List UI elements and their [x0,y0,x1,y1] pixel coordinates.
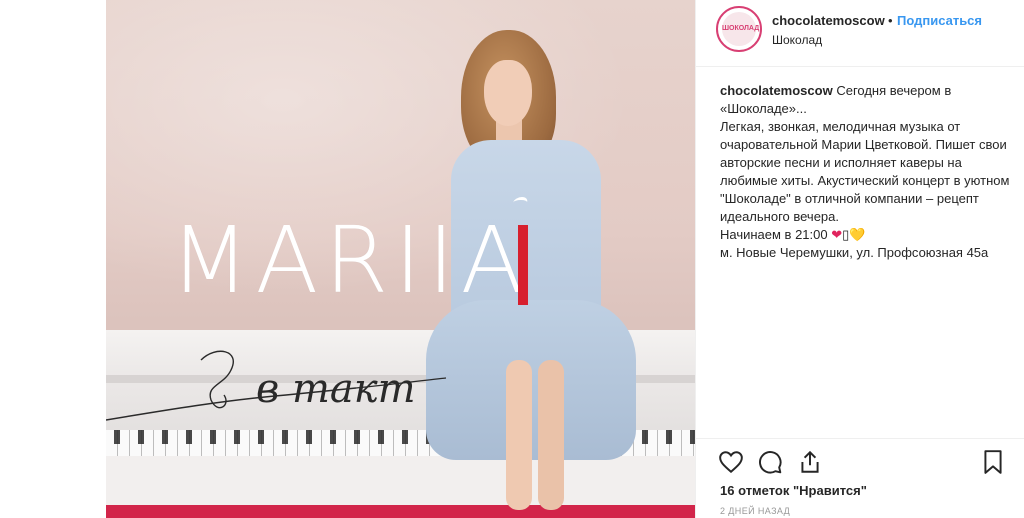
image-title: MARIIA [170,207,530,314]
caption-line1: chocolatemoscow Сегодня вечером в «Шокол… [720,82,1020,118]
post-timestamp[interactable]: 2 ДНЕЙ НАЗАД [720,506,790,516]
script-signature: в такт [106,350,447,421]
username-link[interactable]: chocolatemoscow [772,13,885,28]
caption-username[interactable]: chocolatemoscow [720,83,833,98]
separator-dot: • [888,13,893,28]
post-image[interactable]: MARIIA в такт [106,0,695,518]
comment-icon[interactable] [757,449,783,475]
yellow-heart-emoji: 💛 [849,227,866,242]
title-red-accent [518,225,528,305]
face [484,60,532,126]
caption-start-time: Начинаем в 21:00 [720,227,828,242]
post-caption: chocolatemoscow Сегодня вечером в «Шокол… [720,82,1020,262]
post-sidebar: ШОКОЛАД chocolatemoscow • Подписаться Шо… [695,0,1024,518]
avatar[interactable]: ШОКОЛАД [716,6,762,52]
caption-body: Легкая, звонкая, мелодичная музыка от оч… [720,119,1010,224]
script-text: в такт [256,366,416,412]
caption-address: м. Новые Черемушки, ул. Профсоюзная 45а [720,245,989,260]
avatar-logo-text: ШОКОЛАД [722,25,760,32]
action-bar [696,438,1024,483]
location-link[interactable]: Шоколад [772,33,822,47]
page-gutter [0,0,106,518]
bookmark-icon[interactable] [980,449,1006,475]
heart-icon[interactable] [718,449,744,475]
post-header: ШОКОЛАД chocolatemoscow • Подписаться Шо… [696,0,1024,67]
avatar-logo: ШОКОЛАД [722,12,760,46]
likes-count[interactable]: 16 отметок "Нравится" [720,483,867,498]
caption-time-line: Начинаем в 21:00 ❤▯💛 [720,226,1020,244]
share-icon[interactable] [797,449,823,475]
follow-button[interactable]: Подписаться [897,13,982,28]
red-heart-emoji: ❤ [831,227,843,242]
